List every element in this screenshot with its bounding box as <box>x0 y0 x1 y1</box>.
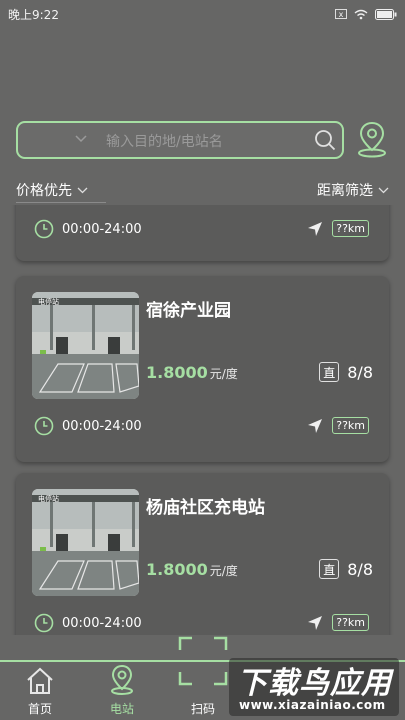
distance-badge: ??km <box>332 220 369 237</box>
watermark-title: 下载鸟应用 <box>237 666 392 701</box>
price-unit: 元/度 <box>209 564 238 578</box>
status-icons: x <box>335 8 397 20</box>
search-placeholder: 输入目的地/电站名 <box>106 134 223 150</box>
navigation-arrow-icon[interactable] <box>307 615 323 631</box>
clock-icon <box>34 416 54 436</box>
navigate-group[interactable]: ??km <box>307 417 369 434</box>
search-icon[interactable] <box>314 129 336 151</box>
opening-hours: 00:00-24:00 <box>34 416 142 436</box>
clock-icon <box>34 219 54 239</box>
scan-icon[interactable] <box>178 636 228 686</box>
distance-badge: ??km <box>332 417 369 434</box>
price-unit: 元/度 <box>209 367 238 381</box>
chevron-down-icon <box>378 187 389 193</box>
price-sort-dropdown[interactable]: 价格优先 <box>16 180 88 200</box>
dc-charger-badge: 直 <box>319 559 340 579</box>
station-card[interactable]: 电停站 杨庙社区充电站 1.8000 元/度 直 8/8 00:00-24:00… <box>16 473 389 635</box>
hours-text: 00:00-24:00 <box>62 418 142 434</box>
station-thumbnail: 电停站 <box>32 292 139 399</box>
opening-hours: 00:00-24:00 <box>34 219 142 239</box>
charger-availability: 8/8 <box>347 559 373 579</box>
search-row: 输入目的地/电站名 <box>16 121 392 159</box>
tab-home-label: 首页 <box>27 702 52 716</box>
station-thumbnail: 电停站 <box>32 489 139 596</box>
charger-info: 直 8/8 <box>319 362 373 382</box>
sim-icon: x <box>335 9 347 19</box>
location-pin-icon <box>111 664 133 695</box>
clock-icon <box>34 613 54 633</box>
tab-stations-label: 电站 <box>109 702 134 716</box>
station-name: 杨庙社区充电站 <box>146 498 265 518</box>
status-bar: 晚上9:22 x <box>0 0 405 28</box>
station-list[interactable]: 00:00-24:00 ??km 电停站 宿徐产业园 1.8000 元/度 直 … <box>0 205 405 635</box>
station-card[interactable]: 电停站 宿徐产业园 1.8000 元/度 直 8/8 00:00-24:00 ?… <box>16 276 389 462</box>
tab-scan-label: 扫码 <box>190 702 215 716</box>
navigate-group[interactable]: ??km <box>307 220 369 237</box>
distance-filter-label: 距离筛选 <box>317 183 373 199</box>
price-value: 1.8000 <box>146 560 208 579</box>
charger-availability: 8/8 <box>347 362 373 382</box>
watermark-url: www.xiazainiao.com <box>239 698 386 712</box>
status-time: 晚上9:22 <box>8 7 59 22</box>
filter-row: 价格优先 距离筛选 <box>16 180 389 203</box>
price-sort-label: 价格优先 <box>16 183 72 199</box>
dc-charger-badge: 直 <box>319 362 340 382</box>
price-value: 1.8000 <box>146 363 208 382</box>
location-pin-icon[interactable] <box>352 119 392 159</box>
watermark: 下载鸟应用 www.xiazainiao.com <box>229 658 399 716</box>
charger-info: 直 8/8 <box>319 559 373 579</box>
chevron-down-icon[interactable] <box>75 135 87 143</box>
opening-hours: 00:00-24:00 <box>34 613 142 633</box>
filter-underline <box>16 202 106 203</box>
price-line: 1.8000 元/度 <box>146 560 238 579</box>
navigation-arrow-icon[interactable] <box>307 418 323 434</box>
battery-icon <box>375 8 397 20</box>
navigate-group[interactable]: ??km <box>307 614 369 631</box>
wifi-icon <box>354 9 368 19</box>
thumb-sign: 电停站 <box>38 297 59 306</box>
distance-filter-dropdown[interactable]: 距离筛选 <box>317 180 389 200</box>
station-card[interactable]: 00:00-24:00 ??km <box>16 205 389 261</box>
station-name: 宿徐产业园 <box>146 301 231 321</box>
search-input[interactable]: 输入目的地/电站名 <box>16 121 344 159</box>
distance-badge: ??km <box>332 614 369 631</box>
home-icon <box>27 667 53 694</box>
thumb-sign: 电停站 <box>38 494 59 503</box>
chevron-down-icon <box>77 187 88 193</box>
navigation-arrow-icon[interactable] <box>307 221 323 237</box>
hours-text: 00:00-24:00 <box>62 615 142 631</box>
hours-text: 00:00-24:00 <box>62 221 142 237</box>
price-line: 1.8000 元/度 <box>146 363 238 382</box>
